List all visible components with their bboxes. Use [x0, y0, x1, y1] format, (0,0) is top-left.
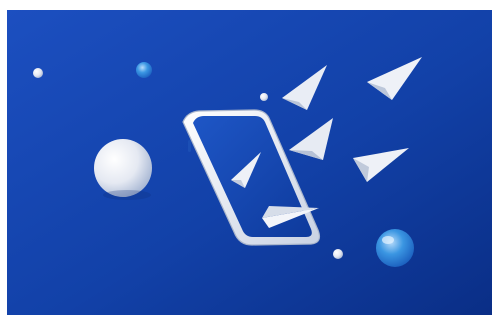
white-dot	[260, 93, 268, 101]
blue-bubble-small	[136, 62, 152, 78]
illustration-scene	[7, 10, 492, 315]
sphere-shadow	[103, 190, 151, 200]
white-dot	[33, 68, 43, 78]
scene-svg	[7, 10, 492, 315]
white-sphere-large	[94, 139, 152, 197]
blue-bubble	[376, 229, 414, 267]
white-dot	[333, 249, 343, 259]
bubble-highlight	[382, 236, 394, 244]
image-frame	[0, 0, 497, 318]
phone-side-button	[188, 140, 191, 152]
